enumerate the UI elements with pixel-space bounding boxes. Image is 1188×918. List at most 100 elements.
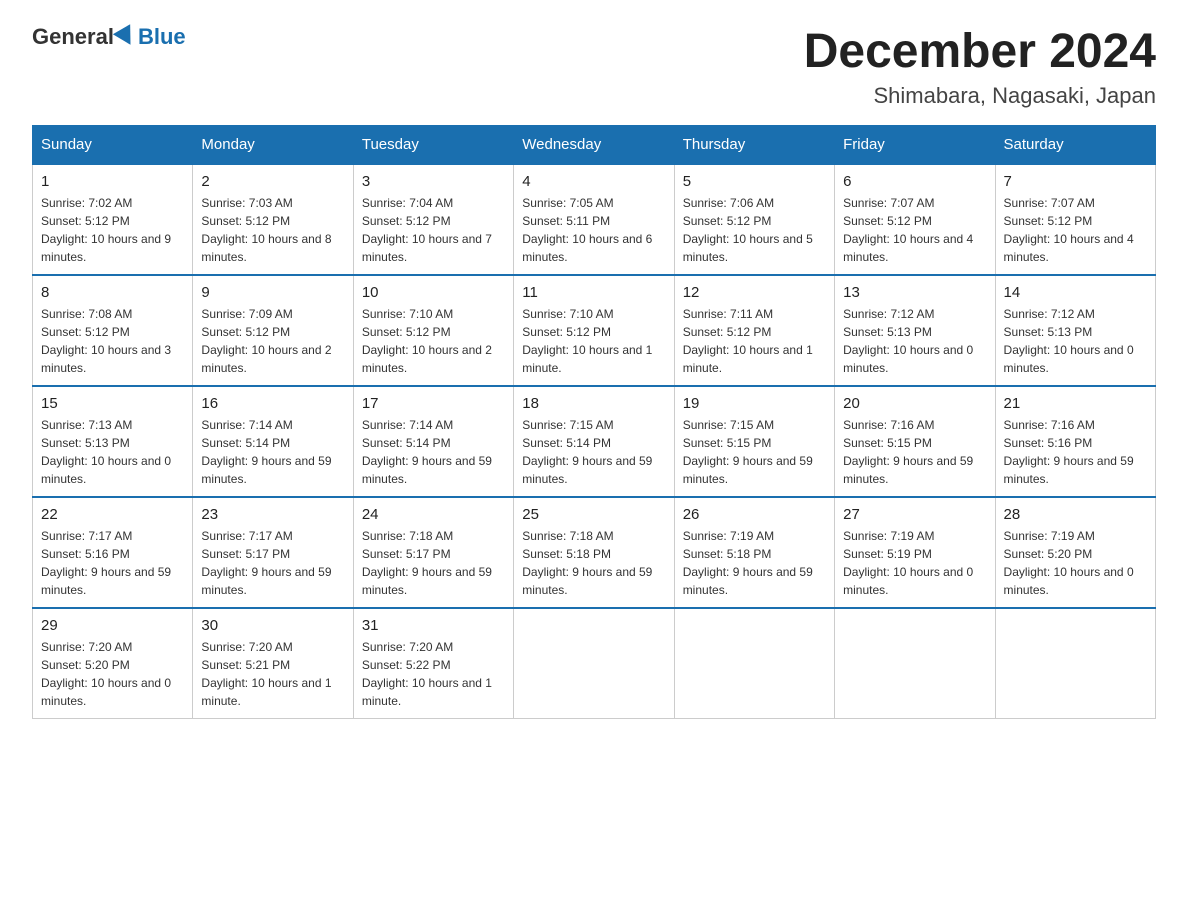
logo-general-text: General	[32, 24, 114, 50]
calendar-cell: 8 Sunrise: 7:08 AMSunset: 5:12 PMDayligh…	[33, 275, 193, 386]
calendar-cell: 4 Sunrise: 7:05 AMSunset: 5:11 PMDayligh…	[514, 164, 674, 275]
day-number: 26	[683, 506, 826, 523]
day-info: Sunrise: 7:14 AMSunset: 5:14 PMDaylight:…	[201, 418, 331, 486]
calendar-cell: 15 Sunrise: 7:13 AMSunset: 5:13 PMDaylig…	[33, 386, 193, 497]
header-day-sunday: Sunday	[33, 126, 193, 165]
month-title: December 2024	[804, 24, 1156, 79]
day-number: 4	[522, 173, 665, 190]
week-row-5: 29 Sunrise: 7:20 AMSunset: 5:20 PMDaylig…	[33, 608, 1156, 719]
location-title: Shimabara, Nagasaki, Japan	[804, 83, 1156, 109]
day-info: Sunrise: 7:20 AMSunset: 5:22 PMDaylight:…	[362, 640, 492, 708]
day-info: Sunrise: 7:20 AMSunset: 5:21 PMDaylight:…	[201, 640, 331, 708]
calendar-cell	[514, 608, 674, 719]
logo-blue-text: Blue	[138, 24, 186, 50]
day-number: 23	[201, 506, 344, 523]
calendar-cell: 26 Sunrise: 7:19 AMSunset: 5:18 PMDaylig…	[674, 497, 834, 608]
day-info: Sunrise: 7:06 AMSunset: 5:12 PMDaylight:…	[683, 196, 813, 264]
header-day-saturday: Saturday	[995, 126, 1155, 165]
header-row: SundayMondayTuesdayWednesdayThursdayFrid…	[33, 126, 1156, 165]
day-number: 21	[1004, 395, 1147, 412]
calendar-cell: 23 Sunrise: 7:17 AMSunset: 5:17 PMDaylig…	[193, 497, 353, 608]
week-row-2: 8 Sunrise: 7:08 AMSunset: 5:12 PMDayligh…	[33, 275, 1156, 386]
day-number: 27	[843, 506, 986, 523]
calendar-cell	[995, 608, 1155, 719]
week-row-3: 15 Sunrise: 7:13 AMSunset: 5:13 PMDaylig…	[33, 386, 1156, 497]
day-number: 5	[683, 173, 826, 190]
day-number: 18	[522, 395, 665, 412]
day-number: 17	[362, 395, 505, 412]
calendar-cell: 9 Sunrise: 7:09 AMSunset: 5:12 PMDayligh…	[193, 275, 353, 386]
day-number: 1	[41, 173, 184, 190]
calendar-cell: 3 Sunrise: 7:04 AMSunset: 5:12 PMDayligh…	[353, 164, 513, 275]
day-info: Sunrise: 7:12 AMSunset: 5:13 PMDaylight:…	[1004, 307, 1134, 375]
calendar-cell: 20 Sunrise: 7:16 AMSunset: 5:15 PMDaylig…	[835, 386, 995, 497]
day-info: Sunrise: 7:05 AMSunset: 5:11 PMDaylight:…	[522, 196, 652, 264]
day-info: Sunrise: 7:08 AMSunset: 5:12 PMDaylight:…	[41, 307, 171, 375]
calendar-cell: 5 Sunrise: 7:06 AMSunset: 5:12 PMDayligh…	[674, 164, 834, 275]
day-info: Sunrise: 7:14 AMSunset: 5:14 PMDaylight:…	[362, 418, 492, 486]
day-info: Sunrise: 7:16 AMSunset: 5:15 PMDaylight:…	[843, 418, 973, 486]
day-number: 25	[522, 506, 665, 523]
calendar-cell: 1 Sunrise: 7:02 AMSunset: 5:12 PMDayligh…	[33, 164, 193, 275]
day-number: 31	[362, 617, 505, 634]
day-info: Sunrise: 7:07 AMSunset: 5:12 PMDaylight:…	[1004, 196, 1134, 264]
calendar-table: SundayMondayTuesdayWednesdayThursdayFrid…	[32, 125, 1156, 719]
day-info: Sunrise: 7:04 AMSunset: 5:12 PMDaylight:…	[362, 196, 492, 264]
calendar-cell: 7 Sunrise: 7:07 AMSunset: 5:12 PMDayligh…	[995, 164, 1155, 275]
calendar-cell: 28 Sunrise: 7:19 AMSunset: 5:20 PMDaylig…	[995, 497, 1155, 608]
day-info: Sunrise: 7:18 AMSunset: 5:17 PMDaylight:…	[362, 529, 492, 597]
calendar-cell	[835, 608, 995, 719]
calendar-cell: 22 Sunrise: 7:17 AMSunset: 5:16 PMDaylig…	[33, 497, 193, 608]
day-number: 6	[843, 173, 986, 190]
calendar-cell: 30 Sunrise: 7:20 AMSunset: 5:21 PMDaylig…	[193, 608, 353, 719]
calendar-cell: 10 Sunrise: 7:10 AMSunset: 5:12 PMDaylig…	[353, 275, 513, 386]
day-number: 28	[1004, 506, 1147, 523]
page-header: General Blue December 2024 Shimabara, Na…	[32, 24, 1156, 109]
day-info: Sunrise: 7:02 AMSunset: 5:12 PMDaylight:…	[41, 196, 171, 264]
day-info: Sunrise: 7:20 AMSunset: 5:20 PMDaylight:…	[41, 640, 171, 708]
header-day-monday: Monday	[193, 126, 353, 165]
day-number: 16	[201, 395, 344, 412]
day-number: 9	[201, 284, 344, 301]
day-info: Sunrise: 7:17 AMSunset: 5:16 PMDaylight:…	[41, 529, 171, 597]
day-info: Sunrise: 7:17 AMSunset: 5:17 PMDaylight:…	[201, 529, 331, 597]
day-number: 13	[843, 284, 986, 301]
day-number: 8	[41, 284, 184, 301]
day-info: Sunrise: 7:11 AMSunset: 5:12 PMDaylight:…	[683, 307, 813, 375]
day-number: 19	[683, 395, 826, 412]
calendar-cell: 12 Sunrise: 7:11 AMSunset: 5:12 PMDaylig…	[674, 275, 834, 386]
day-info: Sunrise: 7:19 AMSunset: 5:18 PMDaylight:…	[683, 529, 813, 597]
calendar-cell: 25 Sunrise: 7:18 AMSunset: 5:18 PMDaylig…	[514, 497, 674, 608]
header-day-friday: Friday	[835, 126, 995, 165]
logo-arrow-icon	[113, 24, 139, 50]
day-number: 20	[843, 395, 986, 412]
day-number: 7	[1004, 173, 1147, 190]
calendar-body: 1 Sunrise: 7:02 AMSunset: 5:12 PMDayligh…	[33, 164, 1156, 719]
day-info: Sunrise: 7:10 AMSunset: 5:12 PMDaylight:…	[522, 307, 652, 375]
day-info: Sunrise: 7:12 AMSunset: 5:13 PMDaylight:…	[843, 307, 973, 375]
day-info: Sunrise: 7:15 AMSunset: 5:14 PMDaylight:…	[522, 418, 652, 486]
day-number: 24	[362, 506, 505, 523]
day-info: Sunrise: 7:16 AMSunset: 5:16 PMDaylight:…	[1004, 418, 1134, 486]
calendar-cell: 24 Sunrise: 7:18 AMSunset: 5:17 PMDaylig…	[353, 497, 513, 608]
day-info: Sunrise: 7:03 AMSunset: 5:12 PMDaylight:…	[201, 196, 331, 264]
header-day-tuesday: Tuesday	[353, 126, 513, 165]
day-number: 10	[362, 284, 505, 301]
day-info: Sunrise: 7:19 AMSunset: 5:19 PMDaylight:…	[843, 529, 973, 597]
calendar-cell: 2 Sunrise: 7:03 AMSunset: 5:12 PMDayligh…	[193, 164, 353, 275]
week-row-4: 22 Sunrise: 7:17 AMSunset: 5:16 PMDaylig…	[33, 497, 1156, 608]
calendar-cell: 19 Sunrise: 7:15 AMSunset: 5:15 PMDaylig…	[674, 386, 834, 497]
day-number: 15	[41, 395, 184, 412]
calendar-cell: 27 Sunrise: 7:19 AMSunset: 5:19 PMDaylig…	[835, 497, 995, 608]
calendar-cell: 14 Sunrise: 7:12 AMSunset: 5:13 PMDaylig…	[995, 275, 1155, 386]
day-info: Sunrise: 7:13 AMSunset: 5:13 PMDaylight:…	[41, 418, 171, 486]
day-info: Sunrise: 7:10 AMSunset: 5:12 PMDaylight:…	[362, 307, 492, 375]
day-number: 11	[522, 284, 665, 301]
day-number: 14	[1004, 284, 1147, 301]
calendar-cell: 21 Sunrise: 7:16 AMSunset: 5:16 PMDaylig…	[995, 386, 1155, 497]
day-number: 30	[201, 617, 344, 634]
day-number: 29	[41, 617, 184, 634]
calendar-cell	[674, 608, 834, 719]
day-info: Sunrise: 7:09 AMSunset: 5:12 PMDaylight:…	[201, 307, 331, 375]
header-day-wednesday: Wednesday	[514, 126, 674, 165]
